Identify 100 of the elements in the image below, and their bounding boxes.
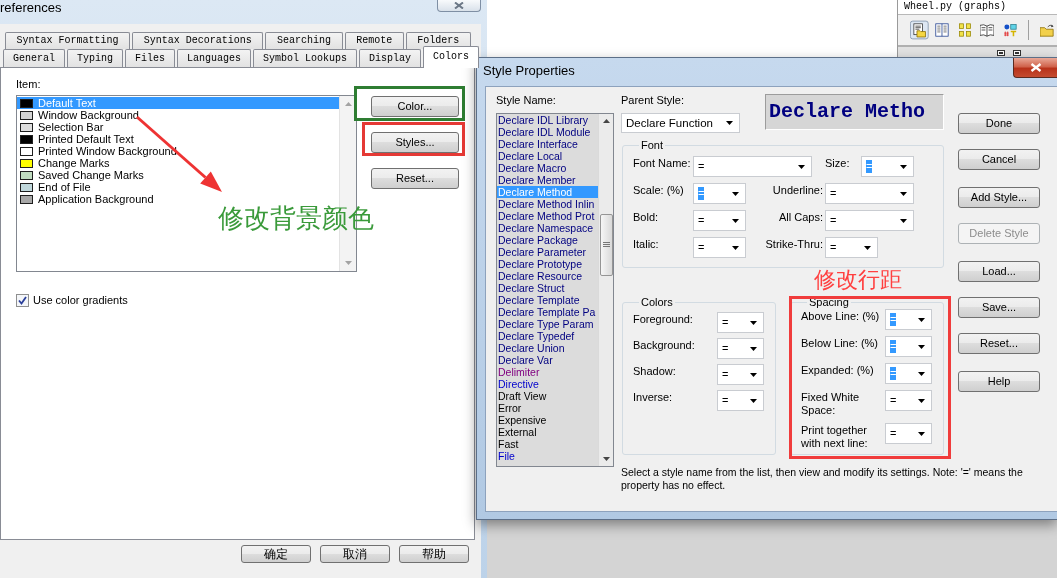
dropdown[interactable]: = [717,364,764,385]
tab[interactable]: Languages [177,49,252,67]
field-label: Expanded: (%) [801,363,875,377]
folder-icon[interactable] [1040,21,1055,39]
tab[interactable]: Searching [265,32,343,49]
list-item[interactable]: Printed Window Background [17,145,339,157]
dropdown[interactable]: = [885,390,932,411]
list-item[interactable]: Declare Template Pa [497,306,598,318]
list-item[interactable]: Declare IDL Module [497,126,598,138]
book-icon[interactable] [980,21,995,39]
scroll-down-icon[interactable] [602,457,610,461]
list-item[interactable]: Window Background [17,109,339,121]
dialog-button[interactable]: Cancel [958,149,1040,170]
list-item[interactable]: Declare Var [497,354,598,366]
dialog-button[interactable]: Load... [958,261,1040,282]
dock-icon[interactable] [1013,50,1021,56]
list-item[interactable]: Printed Default Text [17,133,339,145]
tab[interactable]: Display [359,49,422,67]
dropdown[interactable]: = [693,210,746,231]
dropdown[interactable]: = [885,423,932,444]
list-item[interactable]: Declare Typedef [497,330,598,342]
field-label: Style Name: [496,94,557,106]
tab[interactable]: Colors [423,46,480,68]
dialog-button[interactable]: Reset... [371,168,459,189]
caret-icon [918,431,925,436]
scrollbar[interactable] [598,114,613,466]
list-item[interactable]: Application Background [17,193,339,205]
dropdown[interactable]: = [825,237,878,258]
caret-icon [900,218,907,223]
dialog-button[interactable]: 确定 [241,545,311,563]
list-item[interactable]: Selection Bar [17,121,339,133]
window-title: references [0,0,62,16]
list-item[interactable]: External [497,426,598,438]
list-item[interactable]: Draft View [497,390,598,402]
dropdown[interactable]: = [693,156,812,177]
field-label: Above Line: (%) [801,309,881,323]
field-label: Print together with next line: [801,423,869,450]
list-item[interactable]: Saved Change Marks [17,169,339,181]
scroll-up-icon[interactable] [602,119,610,123]
list-item[interactable]: Change Marks [17,157,339,169]
file-title: Wheel.py (graphs) [898,0,1057,15]
list-item[interactable]: Declare Local [497,150,598,162]
list-item[interactable]: Declare Member [497,174,598,186]
list-item[interactable]: Declare Method Prot [497,210,598,222]
dialog-button[interactable]: 帮助 [399,545,469,563]
dropdown[interactable]: = [693,237,746,258]
dialog-button[interactable]: Add Style... [958,187,1040,208]
list-item[interactable]: Declare Union [497,342,598,354]
list-item[interactable]: Delimiter [497,366,598,378]
close-button[interactable] [1013,58,1057,78]
tab[interactable]: Syntax Decorations [132,32,264,49]
dialog-button[interactable]: Help [958,371,1040,392]
field-label: Scale: (%) [633,183,685,197]
field-label: Strike-Thru: [765,237,824,251]
dropdown[interactable]: Declare Function [621,113,740,133]
list-item[interactable]: Declare Resource [497,270,598,282]
list-item[interactable]: End of File [17,181,339,193]
list-item[interactable]: Declare Namespace [497,222,598,234]
caret-icon [918,398,925,403]
list-item[interactable]: Declare Type Param [497,318,598,330]
checkbox[interactable] [16,294,29,307]
dock-icon[interactable] [997,50,1005,56]
list-item[interactable]: Declare Interface [497,138,598,150]
columns-icon[interactable] [934,21,949,39]
dropdown[interactable]: = [717,338,764,359]
dialog-button[interactable]: Color... [371,96,459,117]
dialog-button[interactable]: 取消 [320,545,390,563]
list-item[interactable]: Declare Template [497,294,598,306]
dialog-button[interactable]: Save... [958,297,1040,318]
list-item[interactable]: File [497,450,598,462]
tab[interactable]: Symbol Lookups [253,49,358,67]
list-item[interactable]: Error [497,402,598,414]
list-item[interactable]: Directive [497,378,598,390]
list-item[interactable]: Expensive [497,414,598,426]
close-icon [1029,63,1042,72]
list-item[interactable]: Declare Parameter [497,246,598,258]
list-item[interactable]: Declare IDL Library [497,114,598,126]
dropdown[interactable]: = [825,183,914,204]
tab[interactable]: Syntax Formatting [5,32,131,49]
list-item[interactable]: Declare Struct [497,282,598,294]
tab[interactable]: Files [125,49,176,67]
dialog-button[interactable]: Styles... [371,132,459,153]
dropdown[interactable]: = [717,312,764,333]
tab[interactable]: Remote [344,32,404,49]
document-folder-icon[interactable] [910,18,929,42]
caret-icon [732,218,739,223]
tab[interactable]: Typing [67,49,124,67]
tab[interactable]: General [3,49,65,67]
list-item[interactable]: Declare Macro [497,162,598,174]
dropdown[interactable]: = [717,390,764,411]
caret-icon [750,320,757,325]
list-item[interactable]: Fast [497,438,598,450]
scrollbar-thumb[interactable] [599,214,613,276]
list-item[interactable]: Declare Method Inlin [497,198,598,210]
dialog-button[interactable]: Reset... [958,333,1040,354]
list-item[interactable]: Declare Package [497,234,598,246]
dialog-button[interactable]: Done [958,113,1040,134]
dropdown[interactable]: = [825,210,914,231]
list-item[interactable]: Declare Prototype [497,258,598,270]
shapes-icon[interactable] [1003,21,1018,39]
